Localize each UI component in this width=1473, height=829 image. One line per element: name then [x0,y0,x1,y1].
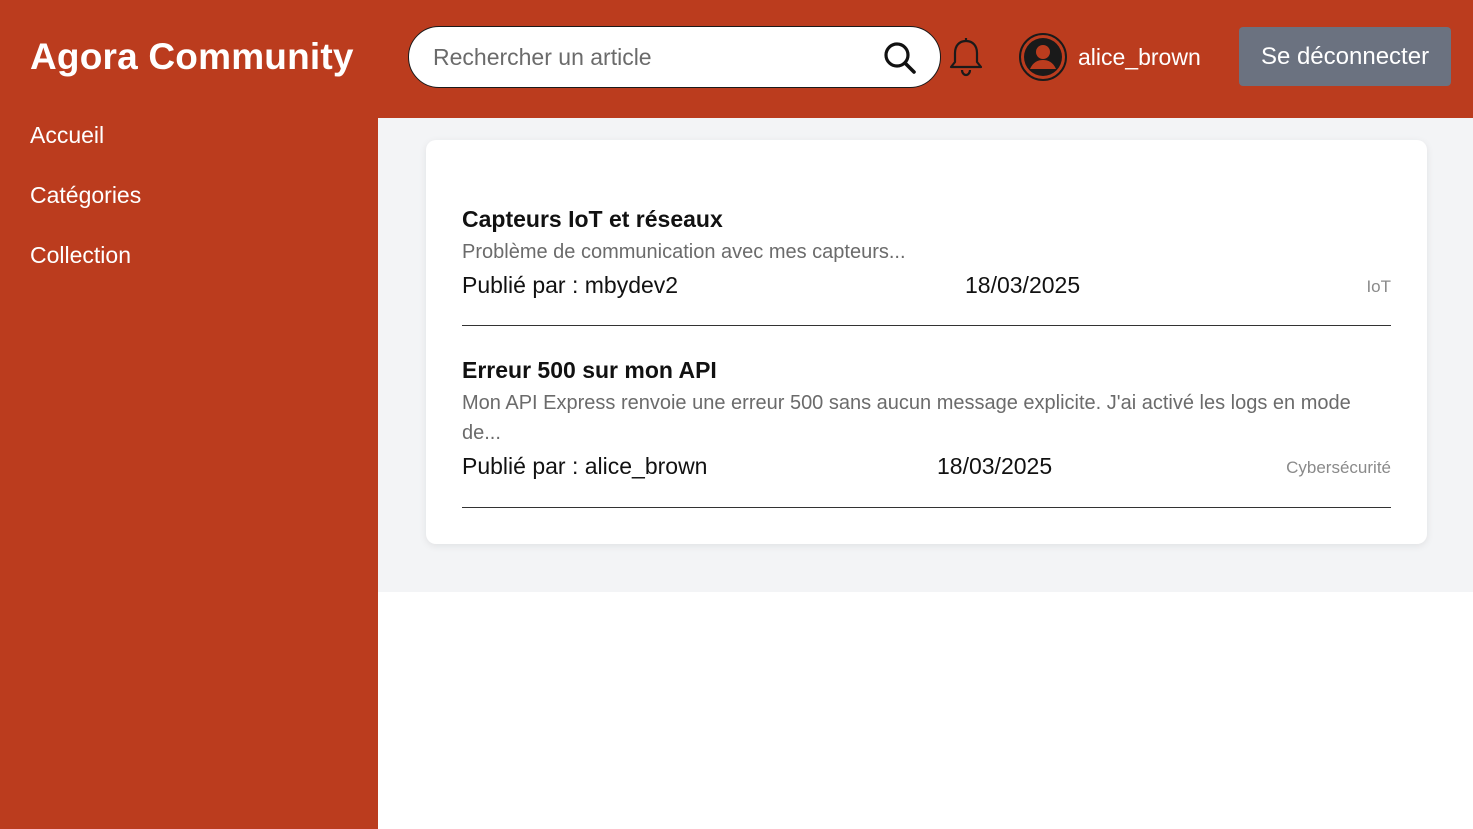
article-item[interactable]: Capteurs IoT et réseaux Problème de comm… [462,206,1391,326]
article-author: Publié par : mbydev2 [462,272,679,298]
article-title[interactable]: Capteurs IoT et réseaux [462,206,723,233]
article-author: Publié par : alice_brown [462,453,708,479]
article-category: Cybersécurité [1286,458,1391,477]
top-bar: Agora Community alice_brown Se déconnect… [0,0,1473,118]
bell-icon[interactable] [947,37,985,77]
app-title[interactable]: Agora Community [30,36,354,78]
article-date: 18/03/2025 [937,453,1053,479]
sidebar-item-categories[interactable]: Catégories [30,182,141,209]
logout-button[interactable]: Se déconnecter [1239,27,1451,86]
article-excerpt: Problème de communication avec mes capte… [462,241,906,263]
sidebar-item-collection[interactable]: Collection [30,242,131,269]
sidebar: Accueil Catégories Collection [0,118,378,829]
article-title[interactable]: Erreur 500 sur mon API [462,357,717,384]
sidebar-item-accueil[interactable]: Accueil [30,122,104,149]
avatar[interactable] [1019,33,1067,81]
article-date: 18/03/2025 [965,272,1081,298]
search-input[interactable] [433,41,863,73]
article-excerpt: Mon API Express renvoie une erreur 500 s… [462,392,1351,444]
articles-card: Capteurs IoT et réseaux Problème de comm… [426,140,1427,544]
article-item[interactable]: Erreur 500 sur mon API Mon API Express r… [462,357,1391,508]
article-category: IoT [1366,277,1391,296]
search-icon[interactable] [882,40,918,76]
search-box [408,26,941,88]
username[interactable]: alice_brown [1078,44,1201,71]
